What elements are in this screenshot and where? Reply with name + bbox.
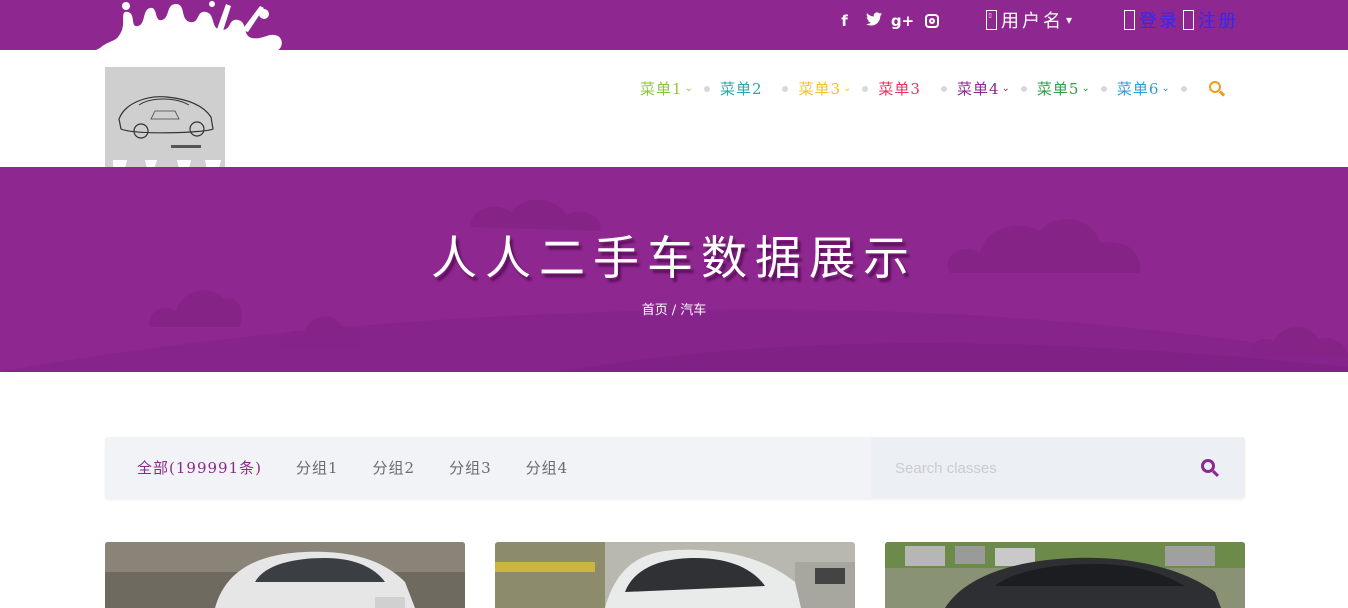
nav-separator (940, 85, 947, 92)
register-link[interactable]: 注册 (1198, 7, 1238, 33)
tab-all[interactable]: 全部(199991条) (137, 457, 262, 478)
chevron-down-icon: ⌄ (1081, 83, 1091, 94)
page-banner: 人人二手车数据展示 首页 / 汽车 (0, 167, 1348, 372)
nav-separator (1100, 85, 1107, 92)
chevron-down-icon: ⌄ (843, 83, 853, 94)
nav-item-label: 菜单3 (798, 80, 842, 98)
nav-separator (1020, 85, 1027, 92)
search-icon[interactable] (1208, 80, 1225, 97)
search-icon[interactable] (1201, 459, 1221, 479)
car-card-image[interactable] (885, 542, 1245, 608)
login-link[interactable]: 登录 (1139, 7, 1179, 33)
chevron-down-icon: ⌄ (1001, 83, 1011, 94)
username-label: 用户名 (1001, 11, 1064, 32)
site-header: 菜单1 ⌄ 菜单2 菜单3 ⌄ 菜单3 菜单4 ⌄ 菜单5 ⌄ 菜单6 ⌄ (0, 50, 1348, 167)
facebook-icon[interactable]: f (830, 11, 859, 33)
tab-group3[interactable]: 分组3 (449, 457, 492, 478)
tab-group4[interactable]: 分组4 (526, 457, 569, 478)
page-title: 人人二手车数据展示 (431, 231, 917, 285)
nav-separator (1180, 85, 1187, 92)
breadcrumb-home-link[interactable]: 首页 (642, 303, 668, 318)
auth-links: 登录 注册 (1124, 5, 1242, 35)
twitter-icon[interactable] (859, 11, 888, 33)
chevron-down-icon: ▾ (1066, 13, 1073, 27)
site-logo[interactable] (105, 67, 225, 167)
register-icon (1183, 10, 1194, 30)
tab-group1[interactable]: 分组1 (296, 457, 339, 478)
filter-tabs: 全部(199991条) 分组1 分组2 分组3 分组4 (137, 437, 602, 498)
nav-item-label: 菜单2 (719, 80, 763, 98)
chevron-down-icon: ⌄ (684, 83, 694, 94)
nav-separator (703, 85, 710, 92)
nav-separator (782, 85, 789, 92)
nav-item-label: 菜单4 (956, 80, 1000, 98)
tab-group2[interactable]: 分组2 (373, 457, 416, 478)
nav-item-menu3[interactable]: 菜单3 ⌄ (798, 78, 852, 99)
nav-separator (862, 85, 869, 92)
chevron-down-icon: ⌄ (1161, 83, 1171, 94)
class-search (871, 437, 1245, 498)
google-plus-icon[interactable]: g+ (888, 11, 917, 33)
user-menu[interactable]: ▯ 用户名 ▾ (986, 5, 1072, 35)
login-icon (1124, 10, 1135, 30)
breadcrumb: 首页 / 汽车 (0, 299, 1348, 318)
car-card-image[interactable] (105, 542, 465, 608)
nav-item-menu2[interactable]: 菜单2 (720, 78, 763, 99)
nav-item-label: 菜单5 (1036, 80, 1080, 98)
nav-item-menu5[interactable]: 菜单5 ⌄ (1037, 78, 1091, 99)
nav-item-menu4[interactable]: 菜单4 ⌄ (957, 78, 1011, 99)
user-icon: ▯ (986, 10, 997, 30)
car-card-grid (105, 542, 1245, 608)
filter-bar: 全部(199991条) 分组1 分组2 分组3 分组4 (105, 437, 1245, 498)
social-links: f g+ (830, 11, 946, 33)
nav-item-label: 菜单1 (640, 80, 683, 98)
car-card-image[interactable] (495, 542, 855, 608)
nav-item-menu3b[interactable]: 菜单3 (878, 78, 921, 99)
nav-item-menu1[interactable]: 菜单1 ⌄ (640, 78, 694, 99)
nav-item-label: 菜单6 (1116, 80, 1160, 98)
main-nav: 菜单1 ⌄ 菜单2 菜单3 ⌄ 菜单3 菜单4 ⌄ 菜单5 ⌄ 菜单6 ⌄ (640, 78, 1225, 99)
nav-item-label: 菜单3 (878, 80, 921, 98)
breadcrumb-separator: / (671, 303, 677, 318)
nav-item-menu6[interactable]: 菜单6 ⌄ (1117, 78, 1171, 99)
instagram-icon[interactable] (917, 11, 946, 33)
search-input[interactable] (895, 457, 1175, 479)
breadcrumb-current: 汽车 (680, 303, 707, 318)
paint-splash-decoration (96, 1, 282, 50)
top-bar: f g+ ▯ 用户名 ▾ 登录 注册 (0, 0, 1348, 50)
